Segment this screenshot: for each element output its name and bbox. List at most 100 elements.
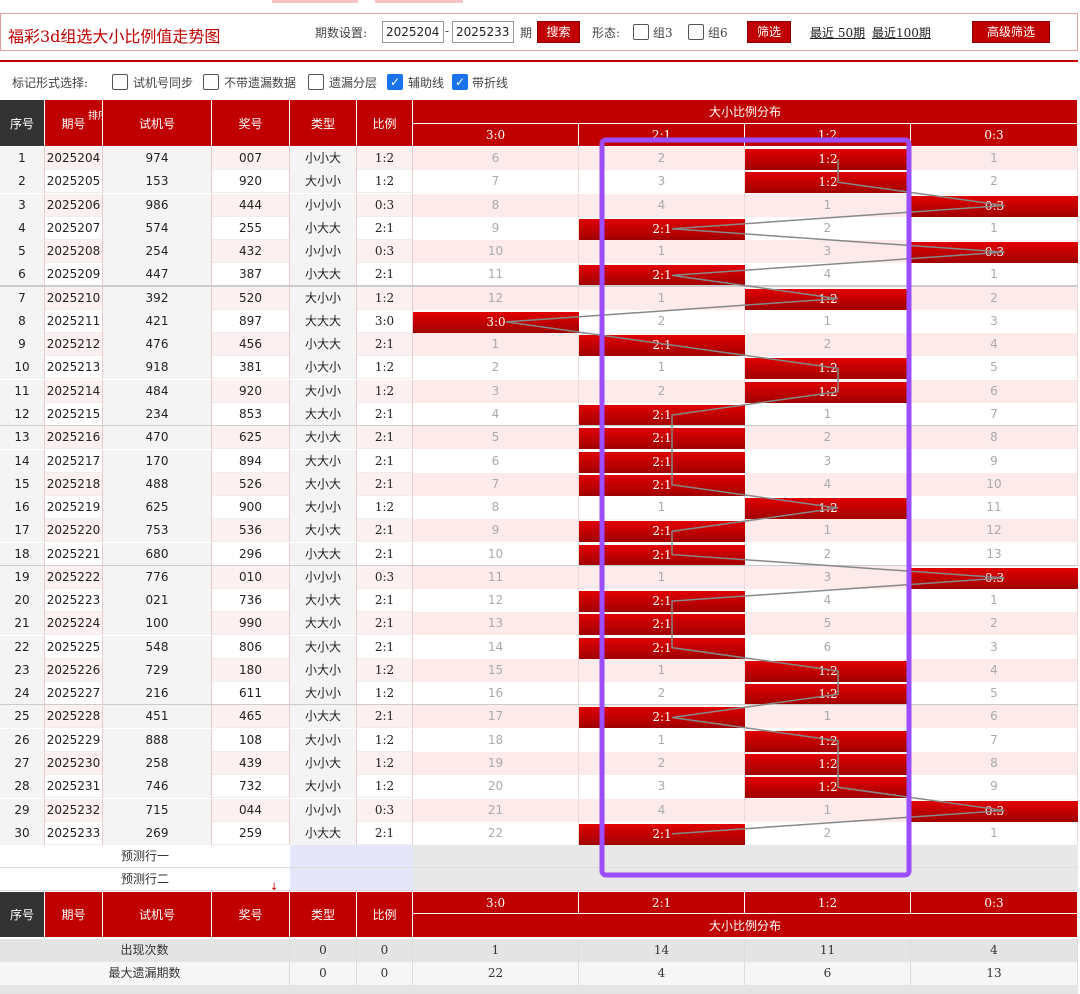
cell-type: 大大小	[290, 449, 357, 473]
cell-prize: 900	[212, 496, 290, 520]
dist-miss: 17	[413, 705, 579, 729]
dist-hit: 2:1	[579, 543, 745, 566]
cell-ratio: 2:1	[357, 333, 413, 357]
search-button[interactable]: 搜索	[537, 21, 580, 43]
dist-miss: 2	[745, 216, 911, 240]
mark-checkbox-2[interactable]	[308, 74, 324, 90]
cell-prize: 806	[212, 635, 290, 659]
dist-hit: 1:2	[745, 171, 911, 194]
cell-prize: 732	[212, 775, 290, 799]
cell-prize: 444	[212, 193, 290, 217]
cell-type: 小大大	[290, 542, 357, 566]
cell-prize: 853	[212, 402, 290, 426]
cell-test: 488	[103, 472, 212, 496]
footer-header-prize: 奖号	[212, 892, 290, 939]
cell-ratio: 2:1	[357, 519, 413, 543]
table-row: 7 2025210 392 520 大小小 1:2 12 1 1:2 2	[0, 286, 1078, 310]
table-row: 8 2025211 421 897 大大大 3:0 3:0 2 1 3	[0, 309, 1078, 333]
dist-hit: 0:3	[911, 241, 1078, 264]
col-header-seq: 序号	[0, 100, 45, 147]
stat-ratio: 0	[357, 939, 413, 963]
cell-issue: 2025225	[45, 635, 103, 659]
cell-seq: 3	[0, 193, 45, 217]
cell-seq: 18	[0, 542, 45, 566]
cell-test: 421	[103, 309, 212, 333]
dist-miss: 9	[911, 449, 1078, 473]
cell-test: 746	[103, 775, 212, 799]
dist-hit: 1:2	[745, 287, 911, 310]
mark-checkbox-3[interactable]: ✓	[387, 74, 403, 90]
cell-ratio: 2:1	[357, 705, 413, 729]
recent50-link[interactable]: 最近 50期	[810, 24, 865, 41]
forecast-dist[interactable]	[413, 845, 1078, 869]
cell-prize: 536	[212, 519, 290, 543]
dist-miss: 5	[745, 612, 911, 636]
dist-miss: 2	[745, 333, 911, 357]
filter-button[interactable]: 筛选	[747, 21, 791, 43]
mark-checkbox-0[interactable]	[112, 74, 128, 90]
table-row: 18 2025221 680 296 小大大 2:1 10 2:1 2 13	[0, 542, 1078, 566]
cell-issue: 2025224	[45, 612, 103, 636]
cell-seq: 20	[0, 589, 45, 613]
table-row: 21 2025224 100 990 大大小 2:1 13 2:1 5 2	[0, 612, 1078, 636]
recent100-link[interactable]: 最近100期	[872, 24, 931, 41]
forecast-input[interactable]	[290, 845, 413, 869]
dist-miss: 7	[911, 728, 1078, 752]
cell-prize: 387	[212, 263, 290, 287]
cell-type: 大小大	[290, 589, 357, 613]
col-header-ratio: 比例	[357, 100, 413, 147]
cell-issue: 2025209	[45, 263, 103, 287]
cell-type: 大小小	[290, 496, 357, 520]
col-header-test: 试机号	[103, 100, 212, 147]
cell-type: 大小小	[290, 728, 357, 752]
cell-seq: 13	[0, 426, 45, 450]
dist-hit: 2:1	[579, 403, 745, 426]
dist-miss: 7	[413, 472, 579, 496]
cell-issue: 2025216	[45, 426, 103, 450]
dist-miss: 3	[579, 775, 745, 799]
dist-miss: 3	[745, 240, 911, 264]
dist-miss: 2	[745, 821, 911, 845]
dist-miss: 3	[745, 565, 911, 589]
group6-checkbox[interactable]	[688, 24, 704, 40]
footer-header-ratio: 比例	[357, 892, 413, 939]
forecast-input[interactable]	[290, 868, 413, 892]
period-from-input[interactable]	[382, 21, 444, 43]
cell-seq: 26	[0, 728, 45, 752]
dist-miss: 1	[745, 402, 911, 426]
cell-seq: 29	[0, 798, 45, 822]
cell-prize: 456	[212, 333, 290, 357]
cell-issue: 2025227	[45, 682, 103, 706]
mark-checkbox-4[interactable]: ✓	[452, 74, 468, 90]
dist-miss: 12	[413, 286, 579, 310]
dist-miss: 1	[911, 821, 1078, 845]
dist-miss: 9	[413, 519, 579, 543]
cell-type: 小小大	[290, 147, 357, 170]
table-row: 27 2025230 258 439 小小大 1:2 19 2 1:2 8	[0, 752, 1078, 776]
cell-prize: 255	[212, 216, 290, 240]
cell-prize: 465	[212, 705, 290, 729]
dist-miss: 1	[745, 519, 911, 543]
cell-issue: 2025226	[45, 658, 103, 682]
mark-option-label: 辅助线	[408, 76, 445, 90]
cell-type: 大小小	[290, 775, 357, 799]
dist-miss: 2	[579, 309, 745, 333]
dist-hit: 3:0	[413, 310, 579, 333]
cell-test: 234	[103, 402, 212, 426]
cell-prize: 432	[212, 240, 290, 264]
dist-miss: 2	[911, 170, 1078, 194]
top-tab-stub	[272, 0, 358, 3]
cell-issue: 2025212	[45, 333, 103, 357]
table-row: 13 2025216 470 625 大小大 2:1 5 2:1 2 8	[0, 426, 1078, 450]
cell-ratio: 2:1	[357, 402, 413, 426]
dist-miss: 10	[413, 240, 579, 264]
cell-seq: 16	[0, 496, 45, 520]
table-row: 16 2025219 625 900 大小小 1:2 8 1 1:2 11	[0, 496, 1078, 520]
period-to-input[interactable]	[452, 21, 514, 43]
dist-hit: 2:1	[579, 822, 745, 845]
mark-checkbox-1[interactable]	[203, 74, 219, 90]
advanced-filter-button[interactable]: 高级筛选	[972, 21, 1050, 43]
forecast-dist[interactable]	[413, 868, 1078, 892]
cell-ratio: 2:1	[357, 216, 413, 240]
group3-checkbox[interactable]	[633, 24, 649, 40]
